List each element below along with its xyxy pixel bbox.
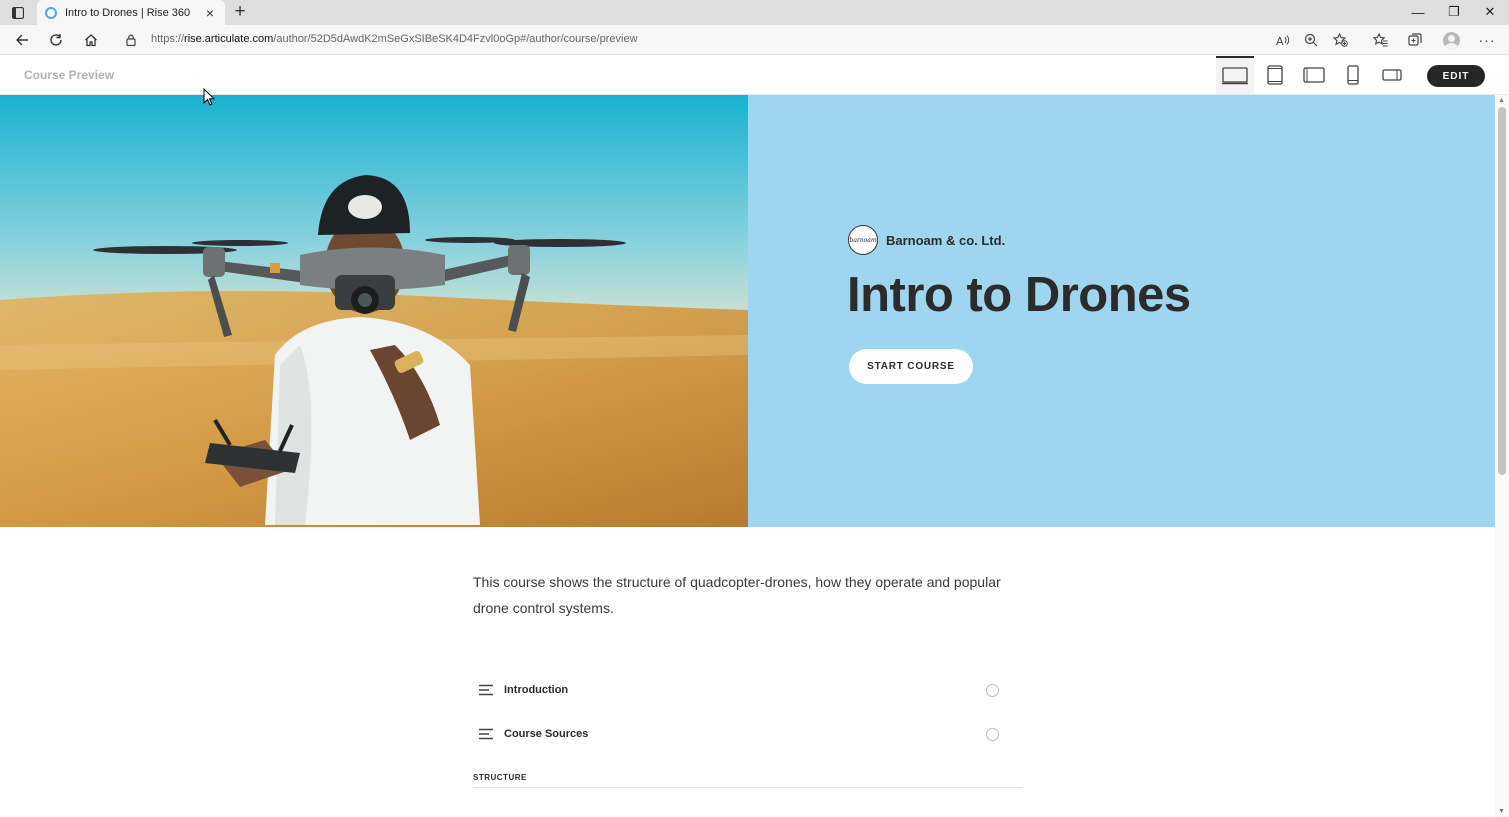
course-preview-content: barnoam Barnoam & co. Ltd. Intro to Dron… bbox=[0, 95, 1495, 817]
tab-actions-icon[interactable] bbox=[8, 4, 28, 21]
home-button[interactable] bbox=[79, 29, 103, 51]
profile-icon bbox=[1442, 31, 1460, 49]
preview-label: Course Preview bbox=[24, 68, 115, 82]
text-lesson-icon bbox=[473, 684, 497, 696]
back-button[interactable] bbox=[10, 29, 34, 51]
lesson-status-icon bbox=[986, 727, 999, 741]
close-window-button[interactable]: ✕ bbox=[1475, 2, 1505, 22]
lesson-status-icon bbox=[986, 683, 999, 697]
more-icon: ··· bbox=[1478, 32, 1496, 48]
page-scrollbar[interactable]: ▲ ▼ bbox=[1495, 95, 1509, 817]
scroll-up-icon[interactable]: ▲ bbox=[1498, 97, 1505, 104]
browser-tab-active[interactable]: Intro to Drones | Rise 360 × bbox=[37, 0, 225, 25]
organization-name: Barnoam & co. Ltd. bbox=[886, 232, 1006, 248]
svg-text:A: A bbox=[1276, 35, 1284, 46]
browser-toolbar: https://rise.articulate.com/author/52D5d… bbox=[0, 25, 1509, 55]
profile-avatar[interactable] bbox=[1440, 30, 1462, 50]
edit-button[interactable]: EDIT bbox=[1427, 65, 1485, 87]
refresh-icon bbox=[50, 34, 62, 46]
favorites-icon[interactable] bbox=[1369, 30, 1391, 50]
zoom-icon[interactable] bbox=[1300, 30, 1322, 50]
scroll-down-icon[interactable]: ▼ bbox=[1498, 808, 1505, 815]
back-arrow-icon bbox=[16, 34, 28, 46]
minimize-window-button[interactable]: — bbox=[1403, 2, 1433, 22]
add-favorite-icon[interactable] bbox=[1329, 30, 1351, 50]
refresh-button[interactable] bbox=[44, 29, 68, 51]
hero-title-panel: barnoam Barnoam & co. Ltd. Intro to Dron… bbox=[748, 95, 1495, 527]
tablet-portrait-view-button[interactable] bbox=[1256, 56, 1294, 94]
browser-menu-button[interactable]: ··· bbox=[1476, 30, 1498, 50]
restore-window-button[interactable]: ❐ bbox=[1439, 2, 1469, 22]
desktop-view-button[interactable] bbox=[1216, 56, 1254, 94]
tab-title: Intro to Drones | Rise 360 bbox=[65, 6, 191, 19]
section-title: STRUCTURE bbox=[473, 773, 527, 782]
course-title: Intro to Drones bbox=[847, 268, 1191, 322]
start-course-button[interactable]: START COURSE bbox=[849, 349, 973, 384]
url-scheme: https:// bbox=[151, 33, 185, 45]
address-field[interactable]: https://rise.articulate.com/author/52D5d… bbox=[151, 33, 638, 45]
collections-icon[interactable] bbox=[1404, 30, 1426, 50]
desktop-view-icon bbox=[1222, 67, 1248, 85]
read-aloud-icon[interactable]: A bbox=[1272, 30, 1294, 50]
tablet-landscape-view-icon bbox=[1303, 67, 1325, 83]
tab-close-icon[interactable]: × bbox=[203, 5, 217, 21]
url-path: /author/52D5dAwdK2mSeGxSIBeSK4D4Fzvl0oGp… bbox=[273, 33, 638, 45]
phone-landscape-view-icon bbox=[1382, 69, 1402, 81]
new-tab-button[interactable]: + bbox=[231, 2, 249, 22]
lock-icon[interactable] bbox=[126, 33, 136, 51]
lesson-label: Course Sources bbox=[504, 728, 589, 740]
mouse-cursor-icon bbox=[203, 87, 216, 111]
rise-favicon-icon bbox=[45, 6, 57, 19]
hero-drone-image bbox=[0, 95, 748, 527]
lesson-label: Introduction bbox=[504, 684, 569, 696]
lesson-item-introduction[interactable]: Introduction bbox=[473, 672, 1023, 708]
tablet-portrait-view-icon bbox=[1267, 65, 1283, 85]
url-host: rise.articulate.com bbox=[184, 33, 274, 45]
course-description: This course shows the structure of quadc… bbox=[473, 574, 1001, 616]
lesson-item-course-sources[interactable]: Course Sources bbox=[473, 716, 1023, 752]
organization-logo: barnoam bbox=[848, 225, 878, 255]
text-lesson-icon bbox=[473, 728, 497, 740]
section-divider bbox=[473, 787, 1023, 788]
browser-tab-strip: Intro to Drones | Rise 360 × + — ❐ ✕ bbox=[0, 0, 1509, 25]
organization-row: barnoam Barnoam & co. Ltd. bbox=[848, 225, 1005, 255]
phone-landscape-view-button[interactable] bbox=[1373, 56, 1411, 94]
scrollbar-thumb[interactable] bbox=[1498, 107, 1506, 475]
tablet-landscape-view-button[interactable] bbox=[1295, 56, 1333, 94]
phone-portrait-view-icon bbox=[1347, 65, 1359, 85]
phone-portrait-view-button[interactable] bbox=[1334, 56, 1372, 94]
home-icon bbox=[85, 34, 97, 47]
preview-header: Course Preview EDIT bbox=[0, 56, 1509, 95]
